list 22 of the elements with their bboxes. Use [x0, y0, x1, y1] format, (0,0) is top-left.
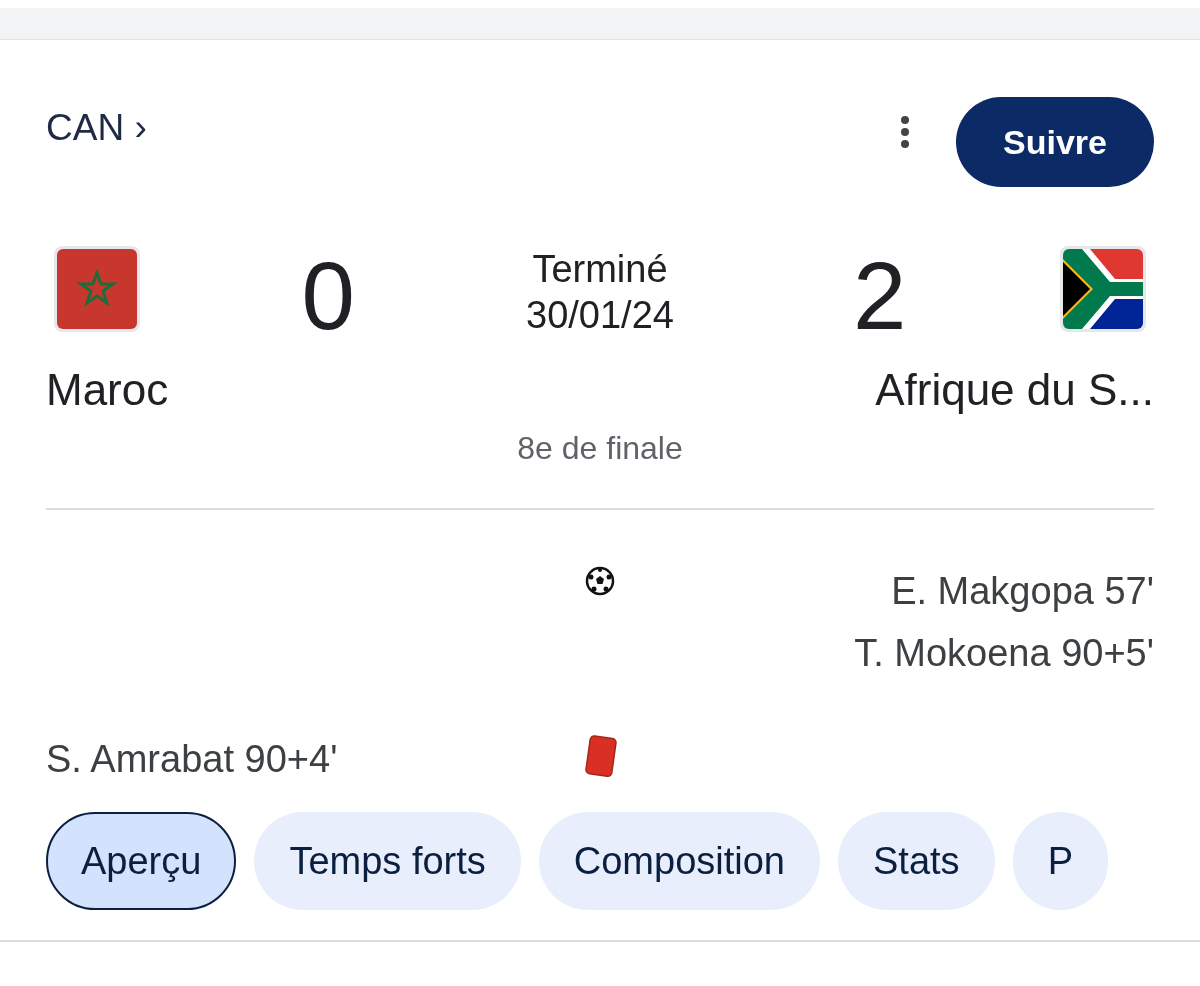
event-player: S. Amrabat 90+4' — [46, 737, 339, 782]
match-date: 30/01/24 — [526, 293, 674, 338]
tab[interactable]: Composition — [538, 812, 820, 910]
tab[interactable]: P — [1012, 812, 1108, 910]
soccer-ball-icon — [585, 566, 615, 596]
match-status: Terminé — [532, 247, 668, 292]
flag-icon — [1060, 246, 1146, 332]
event-player: T. Mokoena 90+5' — [854, 631, 1154, 676]
more-options-icon[interactable] — [900, 115, 910, 149]
event-player: E. Makgopa 57' — [891, 569, 1154, 614]
tab[interactable]: Temps forts — [254, 812, 521, 910]
penalty-card-icon — [582, 734, 618, 778]
away-team-name: Afrique du S... — [875, 364, 1154, 416]
home-score: 0 — [301, 248, 355, 344]
flag-icon — [54, 246, 140, 332]
match-stage: 8e de finale — [517, 429, 683, 468]
competition-link[interactable]: CAN › — [46, 100, 147, 156]
follow-button[interactable]: Suivre — [956, 97, 1154, 187]
home-team-name: Maroc — [46, 364, 169, 416]
tab[interactable]: Stats — [838, 812, 995, 910]
away-score: 2 — [853, 248, 907, 344]
tab[interactable]: Aperçu — [46, 812, 237, 910]
